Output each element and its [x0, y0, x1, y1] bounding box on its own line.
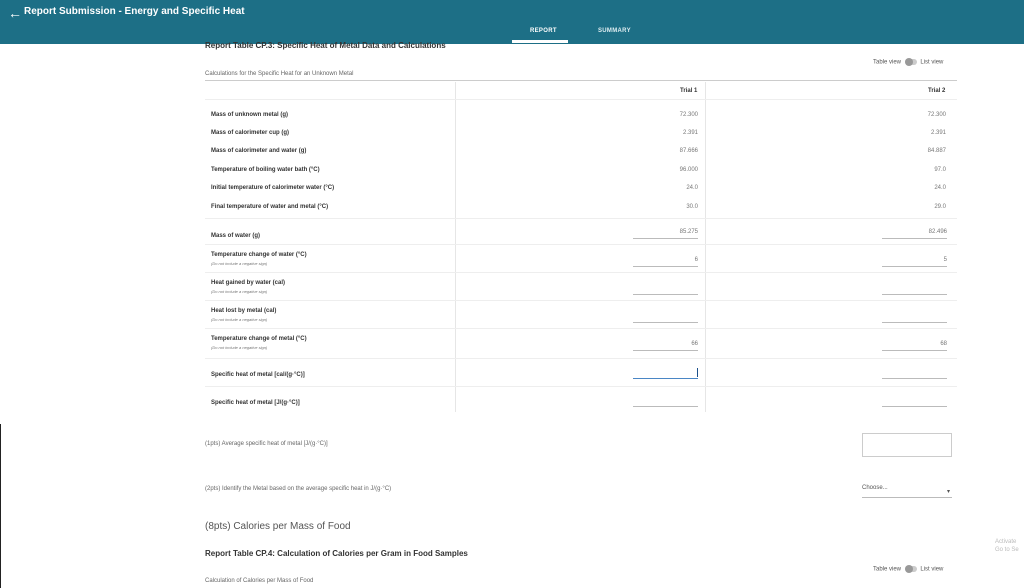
view-toggle[interactable]: Table view List view [873, 58, 944, 66]
row-label: Specific heat of metal [J/(g·°C)] [211, 400, 300, 406]
trial1-input-active[interactable] [633, 368, 698, 379]
trial1-input[interactable]: 66 [628, 341, 698, 347]
divider [205, 300, 957, 301]
top-bar: ← Report Submission - Energy and Specifi… [0, 0, 1024, 44]
question-identify-metal: (2pts) Identify the Metal based on the a… [205, 486, 392, 492]
row-label: Mass of unknown metal (g) [211, 112, 289, 118]
activation-watermark: Activate Go to Se [995, 539, 1019, 553]
arrow-left-icon[interactable]: ← [8, 5, 22, 21]
trial2-value: 24.0 [934, 185, 946, 191]
trial2-input[interactable]: 82.496 [877, 229, 947, 235]
row-label: Temperature change of water (°C) [211, 252, 307, 258]
row-label: Temperature of boiling water bath (°C) [211, 167, 320, 173]
input-underline [882, 266, 947, 267]
calc-label-food: Calculation of Calories per Mass of Food [205, 578, 314, 584]
row-label: Heat lost by metal (cal) [211, 308, 277, 314]
divider [205, 99, 957, 100]
row-hint: (Do not include a negative sign) [211, 345, 268, 350]
list-view-label: List view [920, 566, 944, 573]
trial2-input[interactable] [882, 406, 947, 407]
view-toggle[interactable]: Table view List view [873, 565, 944, 573]
row-label: Final temperature of water and metal (°C… [211, 204, 329, 210]
input-underline [633, 350, 698, 351]
tab-summary[interactable]: SUMMARY [598, 28, 631, 34]
page-title: Report Submission - Energy and Specific … [24, 6, 245, 17]
row-label: Specific heat of metal [cal/(g·°C)] [211, 372, 305, 378]
divider [205, 218, 957, 219]
table-cp4-title: Report Table CP.4: Calculation of Calori… [205, 549, 468, 558]
toggle-switch[interactable] [904, 565, 917, 573]
row-hint: (Do not include a negative sign) [211, 317, 268, 322]
table-view-label: Table view [873, 59, 902, 66]
row-label: Temperature change of metal (°C) [211, 336, 307, 342]
toggle-switch[interactable] [904, 58, 917, 66]
divider [205, 272, 957, 273]
trial2-input[interactable] [882, 322, 947, 323]
active-tab-indicator [512, 40, 568, 43]
table-view-label: Table view [873, 566, 902, 573]
section-title: Report Table CP.3: Specific Heat of Meta… [205, 41, 446, 50]
divider [205, 328, 957, 329]
chevron-down-icon: ▾ [946, 489, 950, 495]
trial1-input[interactable] [633, 406, 698, 407]
trial1-input[interactable]: 85.275 [628, 229, 698, 235]
trial2-input[interactable]: 68 [877, 341, 947, 347]
row-hint: (Do not include a negative sign) [211, 289, 268, 294]
divider [205, 386, 957, 387]
trial1-input[interactable]: 6 [628, 257, 698, 263]
tab-report[interactable]: REPORT [530, 28, 557, 34]
trial1-value: 96.000 [679, 167, 698, 173]
trial1-value: 72.300 [679, 112, 698, 118]
row-label: Mass of water (g) [211, 233, 261, 239]
food-heading: (8pts) Calories per Mass of Food [205, 521, 351, 532]
trial2-value: 97.0 [934, 167, 946, 173]
trial2-input[interactable] [882, 294, 947, 295]
row-label: Mass of calorimeter and water (g) [211, 148, 307, 154]
trial1-input[interactable] [633, 322, 698, 323]
row-hint: (Do not include a negative sign) [211, 261, 268, 266]
select-value: Choose... [862, 485, 888, 491]
trial2-value: 72.300 [927, 112, 946, 118]
average-specific-heat-input[interactable] [862, 433, 952, 457]
input-underline [633, 238, 698, 239]
trial2-input[interactable]: 5 [877, 257, 947, 263]
row-label: Heat gained by water (cal) [211, 280, 286, 286]
trial1-value: 24.0 [686, 185, 698, 191]
trial2-input[interactable] [882, 378, 947, 379]
row-label: Initial temperature of calorimeter water… [211, 185, 335, 191]
trial2-value: 84.887 [927, 148, 946, 154]
calc-label: Calculations for the Specific Heat for a… [205, 71, 354, 77]
divider [205, 244, 957, 245]
trial1-value: 87.666 [679, 148, 698, 154]
trial2-value: 29.0 [934, 204, 946, 210]
input-underline [633, 266, 698, 267]
col-head-trial2: Trial 2 [928, 88, 946, 94]
divider [205, 80, 957, 81]
row-label: Mass of calorimeter cup (g) [211, 130, 290, 136]
metal-select[interactable]: Choose... ▾ [862, 485, 952, 498]
window-edge [0, 424, 1, 588]
trial1-value: 30.0 [686, 204, 698, 210]
input-underline [882, 238, 947, 239]
question-average-specific-heat: (1pts) Average specific heat of metal [J… [205, 441, 328, 447]
column-divider [705, 82, 706, 412]
trial1-input[interactable] [633, 294, 698, 295]
column-divider [455, 82, 456, 412]
divider [205, 358, 957, 359]
list-view-label: List view [920, 59, 944, 66]
trial1-value: 2.391 [682, 130, 698, 136]
col-head-trial1: Trial 1 [680, 88, 698, 94]
trial2-value: 2.391 [930, 130, 946, 136]
text-cursor [697, 368, 698, 377]
input-underline [882, 350, 947, 351]
